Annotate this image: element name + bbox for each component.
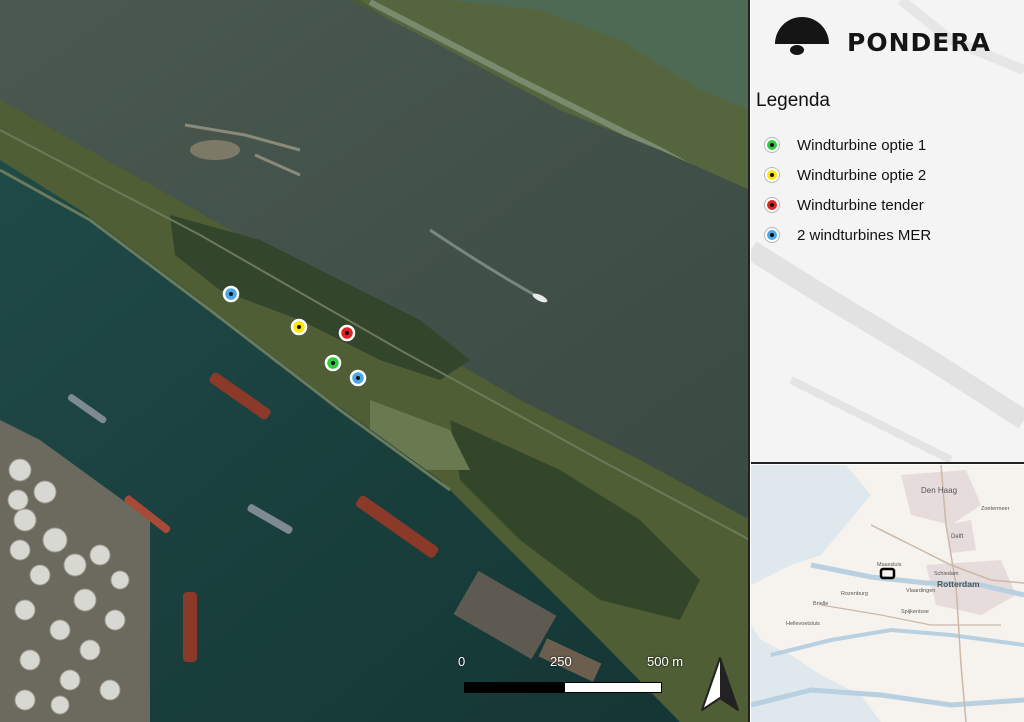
legend-item-optie-2: Windturbine optie 2 [765,160,931,190]
label-brielle: Brielle [813,601,828,607]
marker-2-windturbines-mer[interactable] [349,369,367,387]
label-zoetermeer: Zoetermeer [981,506,1010,512]
marker-windturbine-tender[interactable] [338,324,356,342]
inset-map-canvas: Den Haag Rotterdam Delft Schiedam Vlaard… [751,465,1024,722]
label-spijkenisse: Spijkenisse [901,609,929,615]
marker-2-windturbines-mer[interactable] [222,285,240,303]
legend-list: Windturbine optie 1 Windturbine optie 2 … [765,130,931,250]
north-arrow-icon [701,657,739,711]
ship [183,592,197,662]
marker-windturbine-optie-1[interactable] [324,354,342,372]
brand-name: PONDERA [847,28,991,57]
aerial-map-canvas [0,0,748,722]
label-maassluis: Maassluis [877,562,902,568]
legend-panel: PONDERA Legenda Windturbine optie 1 Wind… [751,0,1024,464]
legend-item-label: 2 windturbines MER [797,226,932,244]
scale-label-250: 250 [550,654,572,669]
scale-segment-white [564,682,662,693]
blue-dot-icon [765,228,779,242]
label-hellevoetsluis: Hellevoetsluis [786,621,820,627]
side-panel: PONDERA Legenda Windturbine optie 1 Wind… [751,0,1024,722]
aerial-map[interactable]: 0 250 500 m [0,0,750,722]
pondera-logo: PONDERA [773,8,1008,58]
red-dot-icon [765,198,779,212]
label-vlaardingen: Vlaardingen [906,588,935,594]
legend-item-label: Windturbine optie 1 [797,136,927,154]
label-rotterdam: Rotterdam [937,579,980,589]
sandbank [190,140,240,160]
scale-label-0: 0 [458,654,466,669]
legend-item-mer: 2 windturbines MER [765,220,931,250]
scale-bar: 0 250 500 m [440,654,690,699]
label-den-haag: Den Haag [921,486,957,495]
legend-item-tender: Windturbine tender [765,190,931,220]
legend-item-label: Windturbine tender [797,196,924,214]
legend-item-optie-1: Windturbine optie 1 [765,130,931,160]
inset-overview-map[interactable]: Den Haag Rotterdam Delft Schiedam Vlaard… [751,465,1024,722]
pondera-logo-icon [775,17,829,55]
green-dot-icon [765,138,779,152]
label-rozenburg: Rozenburg [841,591,868,597]
legend-title: Legenda [756,90,830,111]
yellow-dot-icon [765,168,779,182]
scale-label-500: 500 m [647,654,684,669]
label-delft: Delft [951,534,964,540]
scale-segment-black [464,682,564,693]
legend-item-label: Windturbine optie 2 [797,166,927,184]
map-layout: 0 250 500 m PONDERA Legenda Windturbine … [0,0,1024,722]
marker-windturbine-optie-2[interactable] [290,318,308,336]
label-schiedam: Schiedam [934,571,959,577]
